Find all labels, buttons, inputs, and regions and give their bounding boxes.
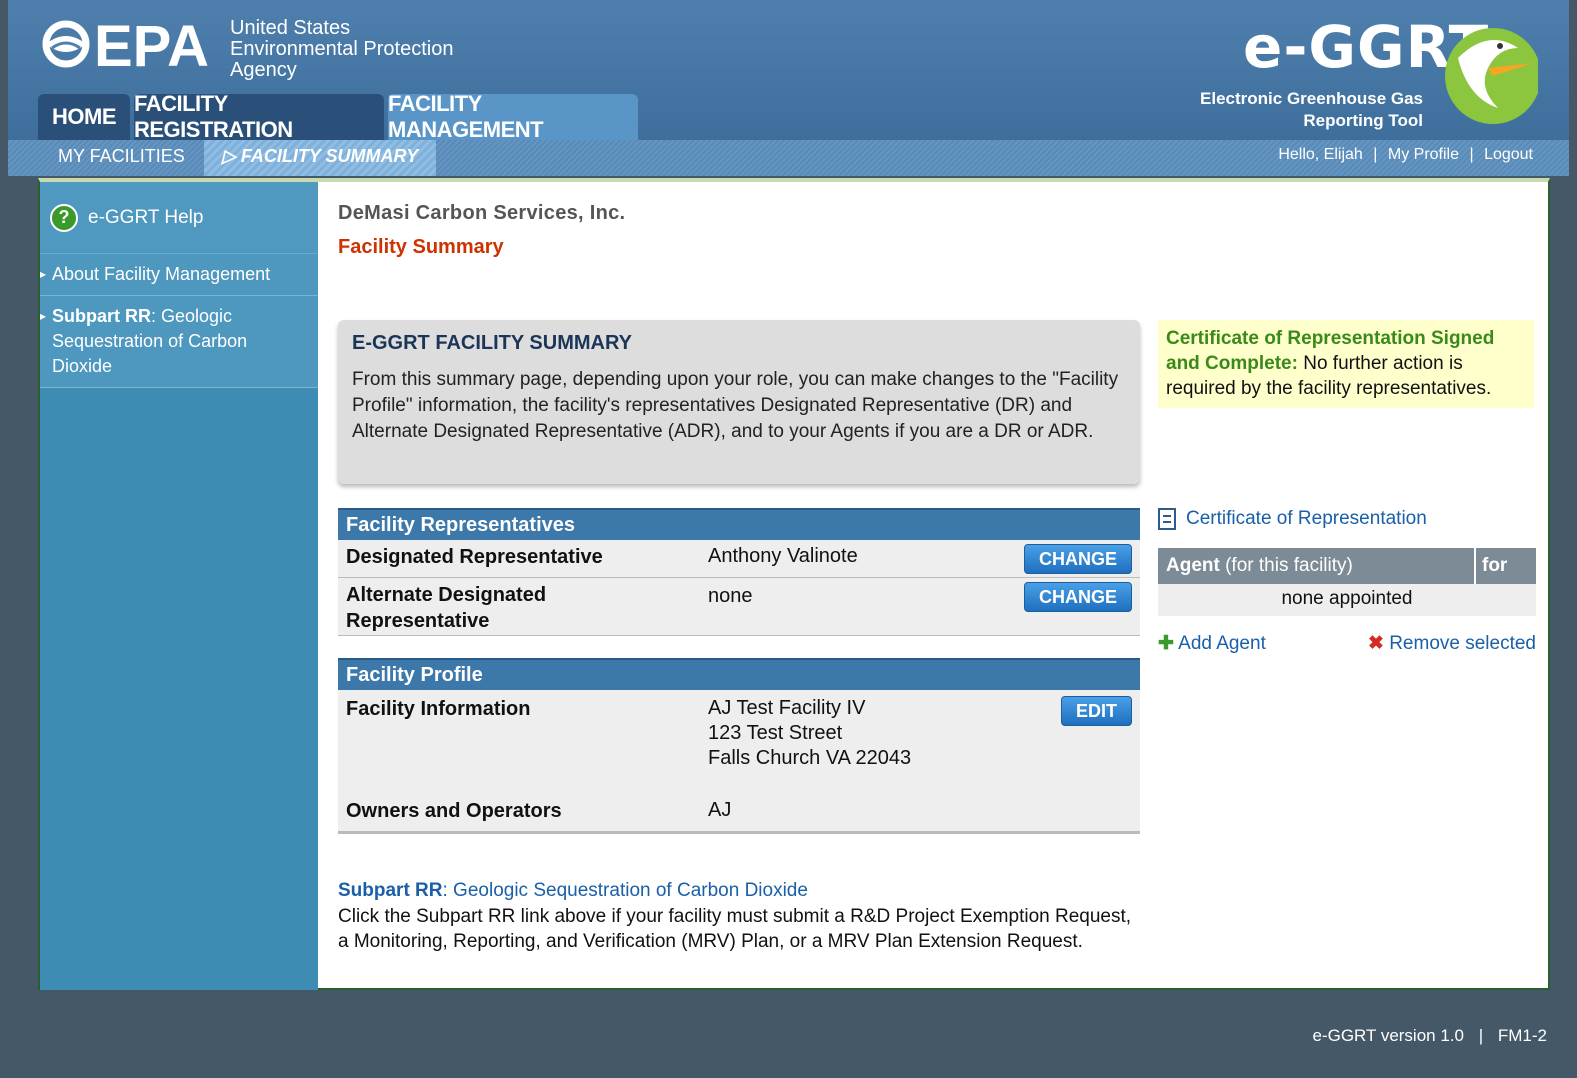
facility-representatives-panel: Facility Representatives Designated Repr… — [338, 508, 1140, 636]
eggrt-subtitle: Electronic Greenhouse Gas Reporting Tool — [1193, 88, 1423, 132]
subnav-facility-summary[interactable]: ▷ FACILITY SUMMARY — [204, 140, 437, 176]
eggrt-subtitle-line: Electronic Greenhouse Gas — [1200, 89, 1423, 108]
agency-line: United States — [230, 17, 351, 39]
facility-city: Falls Church VA 22043 — [708, 747, 912, 769]
page-frame: EPA United States Environmental Protecti… — [8, 0, 1569, 1078]
panel-header: Facility Representatives — [338, 508, 1140, 540]
header: EPA United States Environmental Protecti… — [8, 0, 1569, 142]
certificate-link-label: Certificate of Representation — [1186, 508, 1427, 529]
info-text: From this summary page, depending upon y… — [352, 369, 1119, 442]
facility-name: AJ Test Facility IV — [708, 697, 866, 719]
agency-name: United States Environmental Protection A… — [230, 18, 453, 81]
table-row: Alternate Designated Representative none… — [338, 578, 1140, 636]
subpart-rr-link[interactable]: Subpart RR: Geologic Sequestration of Ca… — [338, 880, 808, 902]
row-value: Anthony Valinote — [708, 545, 858, 567]
agent-table: Agent (for this facility) for none appoi… — [1158, 548, 1536, 616]
change-adr-button[interactable]: CHANGE — [1023, 582, 1132, 612]
add-agent-button[interactable]: ✚ Add Agent — [1158, 632, 1266, 655]
subpart-rr-description: Click the Subpart RR link above if your … — [338, 906, 1132, 952]
agent-table-header: Agent (for this facility) for — [1158, 548, 1536, 584]
epa-logo-text: EPA — [94, 14, 209, 79]
agency-line: Agency — [230, 59, 297, 81]
separator: | — [1469, 146, 1474, 163]
subpart-rr-label[interactable]: : Geologic Sequestration of Carbon Dioxi… — [443, 880, 808, 901]
row-value: none — [708, 585, 753, 607]
facility-address: AJ Test Facility IV 123 Test Street Fall… — [708, 696, 911, 771]
agent-column-header: Agent (for this facility) — [1158, 548, 1476, 584]
heron-logo-icon — [1445, 28, 1538, 124]
main-panel: DeMasi Carbon Services, Inc. Facility Su… — [338, 182, 1548, 990]
tab-facility-registration[interactable]: FACILITY REGISTRATION — [134, 91, 384, 142]
certificate-of-representation-link[interactable]: Certificate of Representation — [1158, 508, 1427, 530]
facility-profile-panel: Facility Profile Facility Information AJ… — [338, 658, 1140, 834]
facility-street: 123 Test Street — [708, 722, 843, 744]
edit-facility-button[interactable]: EDIT — [1060, 696, 1132, 726]
panel-header: Facility Profile — [338, 658, 1140, 690]
epa-logo[interactable]: EPA — [38, 14, 238, 84]
for-column-header: for — [1482, 555, 1508, 576]
page-title: Facility Summary — [338, 236, 504, 258]
separator: | — [1478, 1026, 1484, 1045]
table-row: Designated Representative Anthony Valino… — [338, 540, 1140, 578]
agent-empty-row: none appointed — [1158, 584, 1536, 616]
play-arrow-icon: ▷ — [222, 146, 236, 166]
organization-name: DeMasi Carbon Services, Inc. — [338, 202, 626, 224]
separator: | — [1373, 146, 1378, 163]
plus-icon: ✚ — [1158, 633, 1174, 654]
sidebar-help[interactable]: ? e-GGRT Help — [40, 182, 318, 254]
row-label: Alternate Designated Representative — [346, 584, 547, 632]
sidebar-help-label: e-GGRT Help — [88, 206, 204, 228]
agency-line: Environmental Protection — [230, 38, 454, 60]
sidebar-item-bold: Subpart RR — [52, 306, 151, 326]
row-label: Facility Information — [346, 698, 531, 720]
version-text: e-GGRT version 1.0 — [1312, 1026, 1464, 1045]
sidebar-item-subpart-rr[interactable]: Subpart RR: Geologic Sequestration of Ca… — [40, 296, 318, 388]
subnav-facility-summary-label: FACILITY SUMMARY — [240, 146, 419, 166]
user-menu: Hello, Elijah | My Profile | Logout — [1278, 146, 1533, 164]
table-row: Owners and Operators AJ — [338, 794, 1140, 834]
logout-link[interactable]: Logout — [1484, 146, 1533, 163]
certificate-status-notice: Certificate of Representation Signed and… — [1158, 320, 1534, 408]
summary-info-box: E-GGRT FACILITY SUMMARY From this summar… — [338, 320, 1140, 484]
table-row: Facility Information AJ Test Facility IV… — [338, 690, 1140, 794]
tab-facility-management[interactable]: FACILITY MANAGEMENT — [388, 91, 638, 142]
sidebar-item-label: About Facility Management — [52, 264, 271, 284]
screen-id: FM1-2 — [1497, 1026, 1547, 1045]
content-area: ? e-GGRT Help About Facility Management … — [38, 178, 1550, 990]
eggrt-subtitle-line: Reporting Tool — [1303, 111, 1423, 130]
tab-home[interactable]: HOME — [38, 94, 130, 140]
row-label: Designated Representative — [346, 546, 603, 568]
info-title: E-GGRT FACILITY SUMMARY — [352, 332, 632, 354]
add-agent-label: Add Agent — [1178, 633, 1266, 654]
subnav-my-facilities[interactable]: MY FACILITIES — [58, 146, 185, 167]
subnav: MY FACILITIES ▷ FACILITY SUMMARY Hello, … — [8, 140, 1569, 176]
remove-selected-button[interactable]: ✖ Remove selected — [1368, 632, 1536, 655]
change-dr-button[interactable]: CHANGE — [1023, 544, 1132, 574]
my-profile-link[interactable]: My Profile — [1388, 146, 1459, 163]
sidebar-item-about-facility-management[interactable]: About Facility Management — [40, 254, 318, 296]
row-value: AJ — [708, 799, 732, 821]
document-icon — [1158, 508, 1176, 530]
remove-x-icon: ✖ — [1368, 633, 1384, 654]
subpart-rr-bold[interactable]: Subpart RR — [338, 880, 443, 901]
footer: e-GGRT version 1.0 | FM1-2 — [1312, 1026, 1547, 1046]
sidebar: ? e-GGRT Help About Facility Management … — [40, 182, 318, 990]
greeting: Hello, Elijah — [1278, 146, 1363, 163]
help-icon: ? — [50, 203, 78, 232]
row-label: Owners and Operators — [346, 800, 562, 822]
remove-selected-label: Remove selected — [1389, 633, 1536, 654]
